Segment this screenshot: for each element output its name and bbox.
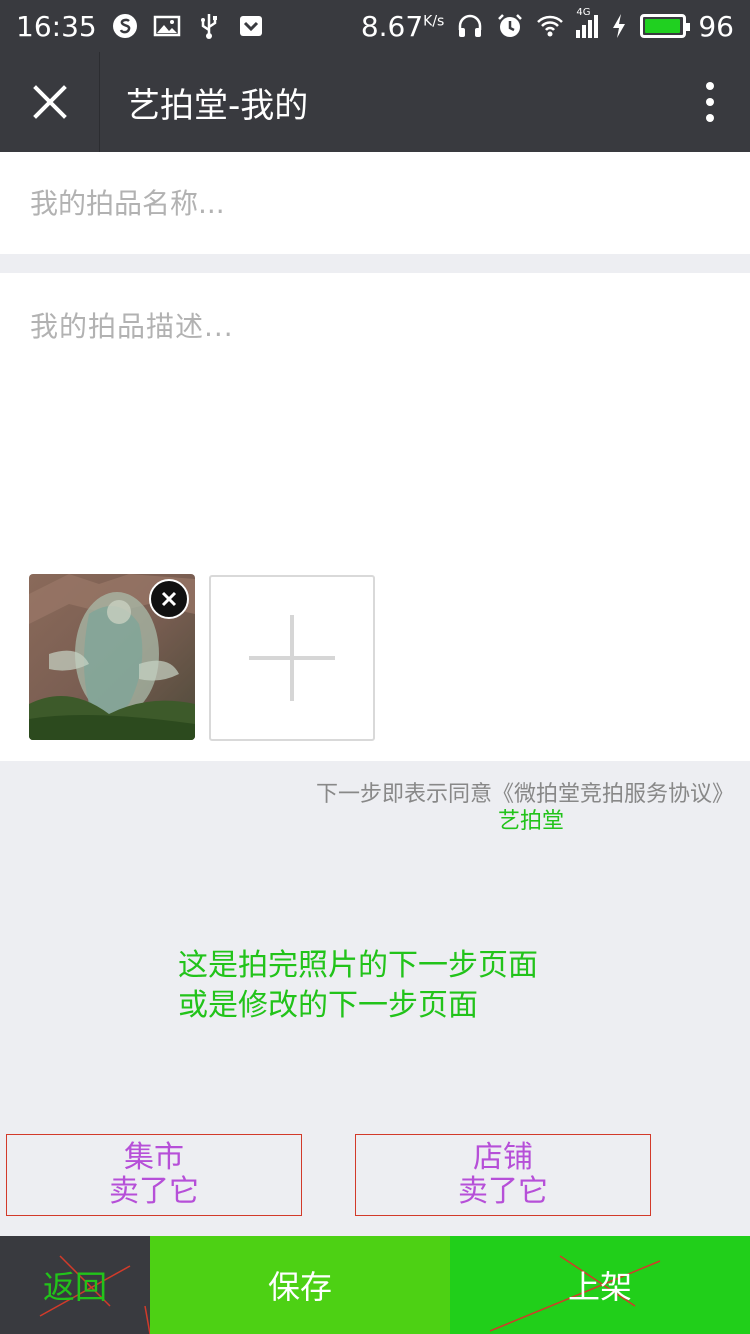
sell-shop-button[interactable]: 店铺 卖了它 [355, 1134, 651, 1216]
battery-icon [640, 14, 691, 38]
pocket-icon [239, 16, 262, 36]
status-bar: 16:35 8.67K/s 4G 96 [0, 0, 750, 52]
wifi-icon [537, 15, 564, 37]
more-button[interactable] [670, 52, 750, 152]
remove-photo-button[interactable] [149, 579, 189, 619]
add-photo-button[interactable] [209, 575, 375, 741]
page-title: 艺拍堂-我的 [126, 85, 309, 126]
sell-shop-line-1: 店铺 [473, 1140, 533, 1175]
battery-level: 96 [698, 9, 734, 43]
close-button[interactable] [0, 52, 100, 152]
usb-icon [200, 14, 217, 39]
note-line-1: 这是拍完照片的下一步页面 [178, 948, 538, 983]
plus-icon [249, 615, 335, 701]
back-button[interactable]: 返回 [0, 1236, 150, 1334]
save-button[interactable]: 保存 [150, 1236, 450, 1334]
bottom-action-bar: 返回 保存 上架 [0, 1236, 750, 1334]
close-circle-icon [161, 591, 177, 607]
headphone-icon [459, 14, 482, 37]
battery-fill [645, 19, 680, 33]
network-speed: 8.67K/s [361, 10, 445, 43]
save-label: 保存 [267, 1268, 332, 1306]
close-icon [32, 85, 67, 119]
brand-annotation: 艺拍堂 [498, 809, 565, 834]
page-note: 这是拍完照片的下一步页面 或是修改的下一步页面 [178, 946, 538, 1026]
speed-value: 8.67 [360, 9, 424, 43]
charging-icon [613, 14, 626, 38]
publish-button[interactable]: 上架 [450, 1236, 750, 1334]
status-time: 16:35 [16, 9, 97, 43]
sell-shop-line-2: 卖了它 [458, 1174, 548, 1209]
more-vertical-icon [706, 82, 714, 122]
item-name-input[interactable] [0, 152, 750, 254]
back-label: 返回 [42, 1268, 107, 1306]
image-icon [153, 15, 180, 37]
item-description-input[interactable] [0, 273, 750, 553]
s-icon [112, 14, 137, 38]
sell-market-line-2: 卖了它 [109, 1174, 199, 1209]
publish-label: 上架 [567, 1268, 632, 1306]
sell-market-line-1: 集市 [124, 1140, 184, 1175]
speed-unit: K/s [423, 13, 445, 30]
sell-market-button[interactable]: 集市 卖了它 [6, 1134, 302, 1216]
nav-bar: 艺拍堂-我的 [0, 52, 750, 152]
alarm-icon [498, 14, 523, 37]
network-type: 4G [576, 6, 591, 18]
note-line-2: 或是修改的下一步页面 [178, 988, 478, 1023]
description-card [0, 273, 750, 761]
signal-icon: 4G [576, 7, 599, 38]
